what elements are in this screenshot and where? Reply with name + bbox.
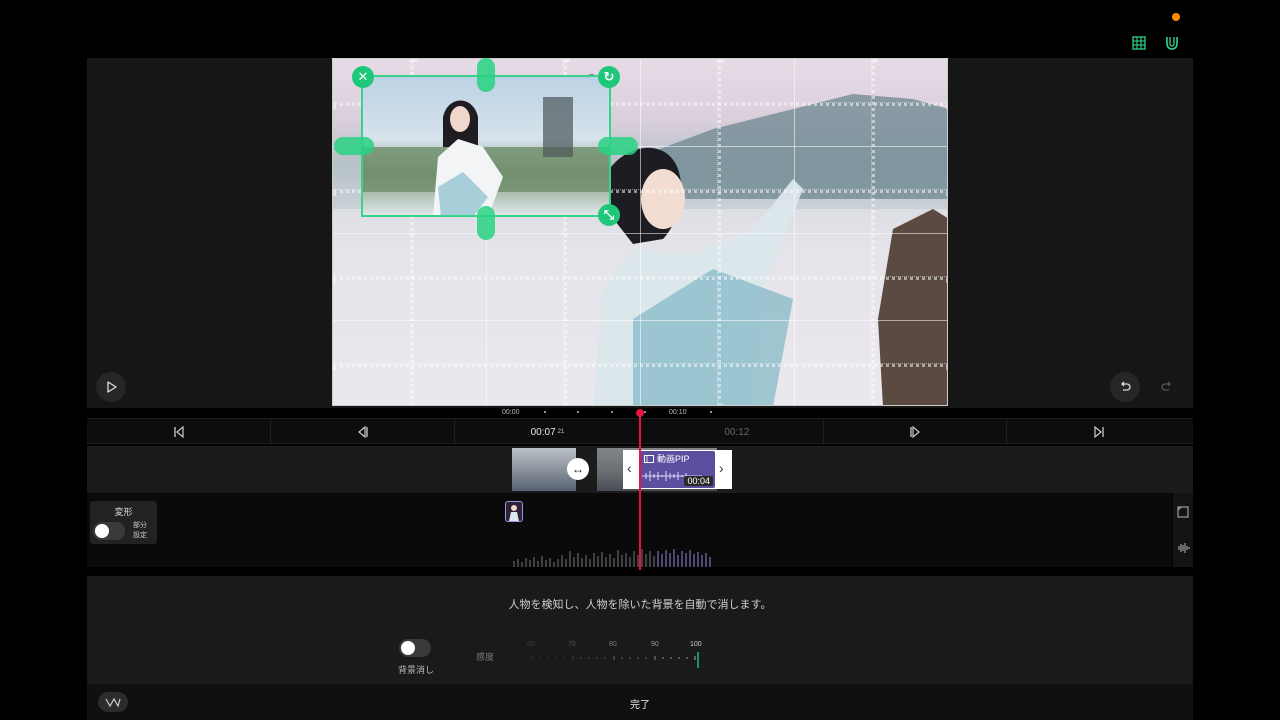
scale-icon: ⤡ [603, 207, 615, 222]
ruler-tick [644, 411, 646, 413]
scale-label: 100 [690, 641, 702, 648]
end-time: 00:12 [724, 426, 750, 438]
grid-icon [1132, 36, 1146, 50]
redo-button[interactable] [1160, 380, 1176, 394]
scale-label: 60 [527, 641, 535, 648]
next-frame-icon [910, 426, 920, 438]
playhead-knob[interactable] [636, 409, 644, 417]
prev-frame-button[interactable] [271, 419, 455, 445]
grid-subline [717, 59, 721, 405]
audio-person-marker[interactable] [505, 501, 523, 522]
ruler-tick [611, 411, 613, 413]
pip-clip[interactable]: 動画PIP 00:04 [640, 451, 715, 488]
magnet-icon [1166, 37, 1178, 50]
transform-title: 変形 [114, 507, 133, 517]
current-frame: 21 [557, 429, 565, 435]
background-removal-label: 背景消し [397, 665, 434, 675]
trim-left-icon[interactable]: ‹ [627, 460, 632, 476]
skip-to-start-icon [173, 426, 184, 438]
pip-video-overlay[interactable] [361, 75, 611, 217]
pip-bottom-edge-handle[interactable] [477, 206, 495, 240]
skip-to-end-button[interactable] [1007, 419, 1191, 445]
pip-top-edge-handle[interactable] [477, 58, 495, 92]
ruler-tick [577, 411, 579, 413]
pip-left-edge-handle[interactable] [334, 137, 374, 155]
swap-clip-button[interactable]: ↔ [567, 458, 589, 480]
ruler-tick [710, 411, 712, 413]
grid-toggle-button[interactable] [1128, 32, 1150, 54]
ruler-label: 00:10 [669, 409, 687, 416]
pip-close-handle[interactable]: ✕ [352, 66, 374, 88]
background-removal-panel: 人物を検知し、人物を除いた背景を自動で消します。 背景消し 感度 60 70 8… [87, 576, 1193, 684]
partial-settings-label: 部分 設定 [133, 521, 147, 541]
background-removal-toggle[interactable] [399, 639, 431, 657]
notification-dot [1172, 13, 1180, 21]
next-frame-button[interactable] [823, 419, 1007, 445]
scale-label: 70 [568, 641, 576, 648]
trim-right-icon[interactable]: › [719, 460, 724, 476]
pip-right-edge-handle[interactable] [598, 137, 638, 155]
waveform-icon [1178, 543, 1190, 553]
done-button[interactable]: 完了 [617, 696, 663, 711]
app-logo-icon [105, 697, 121, 707]
scale-label: 80 [609, 641, 617, 648]
footer-bar: 完了 [87, 684, 1193, 720]
partial-settings-label-line1: 部分 [133, 522, 147, 529]
person-thumbnail-icon [509, 505, 519, 521]
redo-icon [1161, 381, 1171, 391]
prev-frame-icon [357, 426, 368, 438]
grid-line [333, 320, 947, 321]
grid-subline [871, 59, 875, 405]
crop-icon [1177, 506, 1189, 518]
grid-line [333, 233, 947, 234]
playhead[interactable] [639, 410, 641, 570]
sensitivity-slider[interactable]: 60 70 80 90 100 [512, 638, 712, 668]
skip-to-end-icon [1094, 426, 1104, 438]
current-time: 00:07 [530, 426, 556, 438]
magnet-toggle-button[interactable] [1161, 32, 1183, 54]
transform-panel: 変形 部分 設定 [90, 501, 157, 544]
partial-settings-toggle[interactable] [93, 522, 125, 540]
grid-subline [333, 363, 947, 367]
swap-icon: ↔ [572, 462, 584, 476]
pip-clip-duration: 00:04 [684, 476, 713, 486]
undo-button[interactable] [1110, 372, 1140, 402]
sensitivity-scale-ticks [531, 652, 699, 668]
pip-clip-label: 動画PIP [657, 454, 690, 464]
ruler-label: 00:00 [502, 409, 520, 416]
crop-button[interactable] [1176, 505, 1190, 519]
pip-scenery [363, 97, 609, 215]
film-icon [644, 454, 654, 463]
pip-rotate-handle[interactable]: ↻ [598, 66, 620, 88]
pip-scale-handle[interactable]: ⤡ [598, 204, 620, 226]
play-icon [107, 381, 117, 393]
sensitivity-label: 感度 [476, 652, 495, 662]
undo-icon [1121, 381, 1131, 391]
close-icon: ✕ [357, 69, 369, 84]
partial-settings-label-line2: 設定 [133, 532, 147, 539]
background-removal-description: 人物を検知し、人物を除いた背景を自動で消します。 [508, 599, 772, 611]
waveform-button[interactable] [1176, 541, 1190, 555]
play-button[interactable] [96, 372, 126, 402]
skip-to-start-button[interactable] [87, 419, 271, 445]
scale-label: 90 [651, 641, 659, 648]
audio-track [87, 493, 1172, 567]
grid-subline [333, 276, 947, 280]
rotate-icon: ↻ [603, 69, 615, 84]
pip-clip-title: 動画PIP [644, 452, 690, 465]
audio-waveform [513, 549, 711, 567]
ruler-tick [544, 411, 546, 413]
app-menu-button[interactable] [98, 692, 128, 712]
